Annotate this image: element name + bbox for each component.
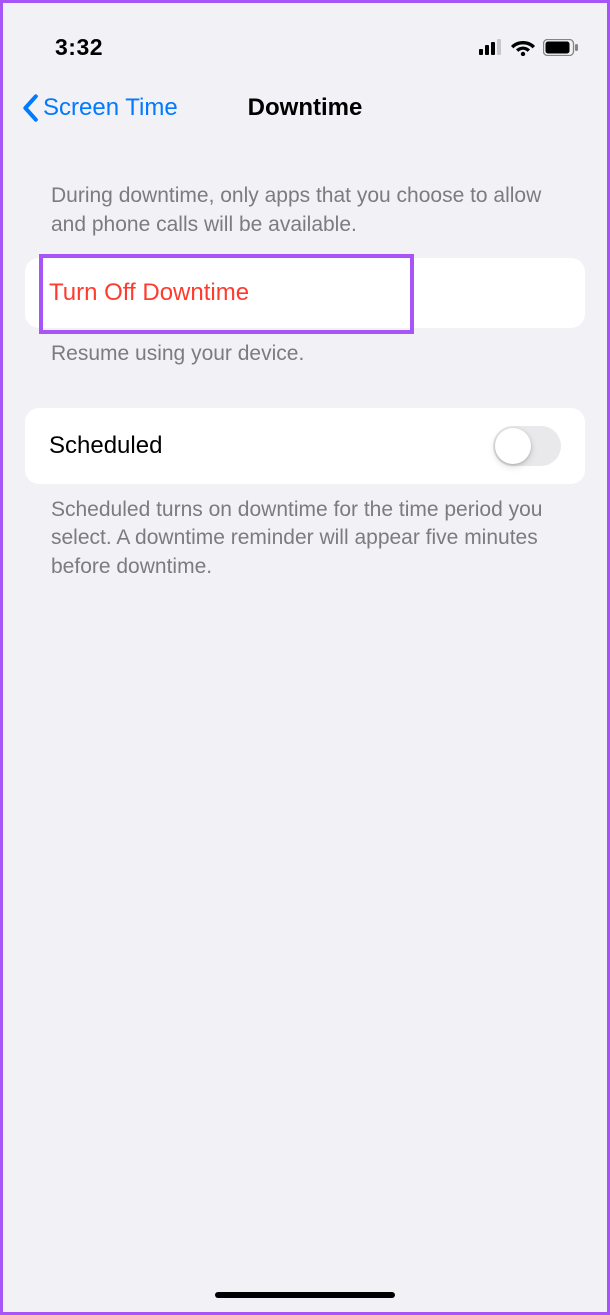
row-label: Turn Off Downtime: [49, 279, 249, 307]
row-label: Scheduled: [49, 432, 162, 460]
wifi-icon: [511, 38, 535, 56]
battery-icon: [543, 39, 579, 56]
section-description: During downtime, only apps that you choo…: [3, 143, 607, 248]
back-label: Screen Time: [43, 94, 178, 122]
page-title: Downtime: [248, 94, 363, 122]
nav-header: Screen Time Downtime: [3, 73, 607, 143]
back-button[interactable]: Screen Time: [21, 94, 178, 122]
section-footer: Scheduled turns on downtime for the time…: [3, 484, 607, 581]
row-group-scheduled: Scheduled: [25, 408, 585, 484]
section-footer: Resume using your device.: [3, 328, 607, 368]
toggle-knob: [495, 428, 531, 464]
chevron-left-icon: [21, 94, 39, 122]
cellular-signal-icon: [479, 39, 503, 55]
turn-off-downtime-button[interactable]: Turn Off Downtime: [25, 258, 585, 328]
status-time: 3:32: [55, 34, 103, 61]
status-bar: 3:32: [3, 3, 607, 73]
row-group-turn-off: Turn Off Downtime: [25, 258, 585, 328]
home-indicator[interactable]: [215, 1292, 395, 1298]
scheduled-toggle[interactable]: [493, 426, 561, 466]
status-indicators: [479, 38, 579, 56]
scheduled-row: Scheduled: [25, 408, 585, 484]
